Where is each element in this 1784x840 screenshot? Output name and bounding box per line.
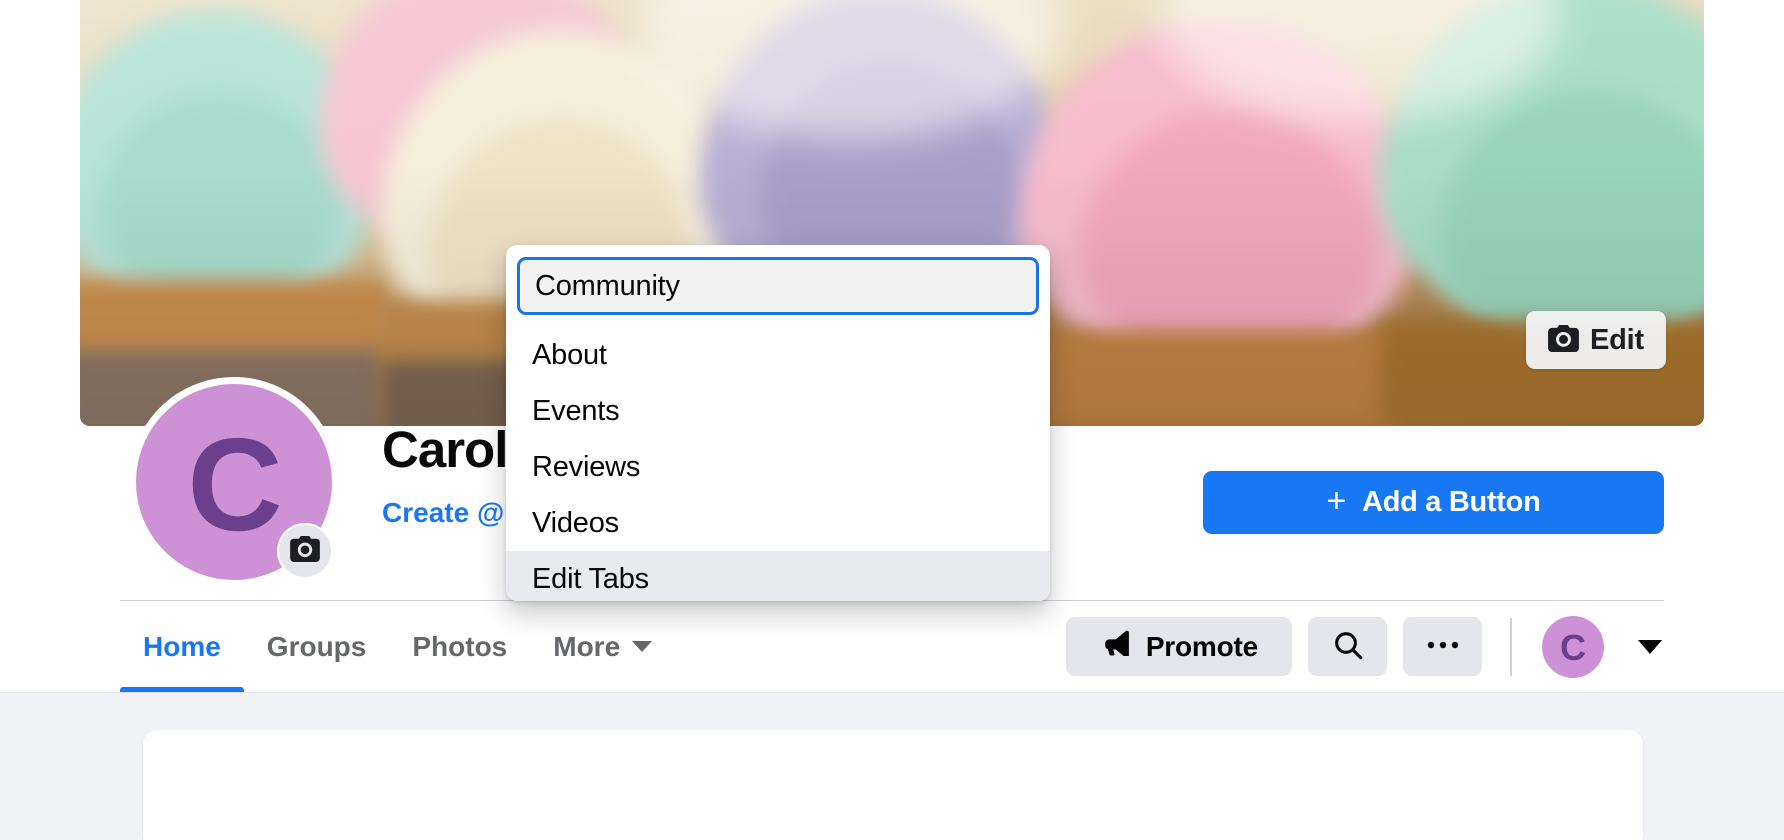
- tab-bar-actions: Promote C: [1065, 615, 1664, 678]
- menu-item-about[interactable]: About: [506, 327, 1050, 383]
- menu-item-community[interactable]: Community: [517, 257, 1039, 315]
- add-a-button-button[interactable]: + Add a Button: [1203, 471, 1664, 534]
- more-tabs-dropdown-menu: Community About Events Reviews Videos Ed…: [506, 245, 1050, 601]
- add-a-button-label: Add a Button: [1362, 486, 1541, 518]
- megaphone-icon: [1100, 630, 1131, 663]
- account-avatar[interactable]: C: [1542, 615, 1604, 678]
- chevron-down-icon[interactable]: [1638, 639, 1662, 654]
- tab-more[interactable]: More: [530, 601, 675, 692]
- edit-cover-photo-button[interactable]: Edit: [1526, 311, 1666, 369]
- plus-icon: +: [1326, 482, 1347, 520]
- tab-photos-label: Photos: [412, 630, 508, 662]
- ellipsis-icon: [1426, 639, 1460, 654]
- account-avatar-initial: C: [1560, 626, 1586, 668]
- promote-label: Promote: [1145, 630, 1258, 662]
- camera-icon: [1548, 325, 1579, 355]
- facebook-page-profile: Edit C Caroli Create @U + Add a Button H…: [0, 0, 1784, 840]
- tab-groups-label: Groups: [266, 630, 367, 662]
- profile-avatar-container[interactable]: C: [129, 377, 339, 587]
- menu-item-videos[interactable]: Videos: [506, 495, 1050, 551]
- menu-item-videos-label: Videos: [532, 506, 619, 539]
- tab-groups[interactable]: Groups: [244, 601, 390, 692]
- avatar-initial: C: [187, 411, 282, 558]
- tab-photos[interactable]: Photos: [389, 601, 530, 692]
- page-tab-bar: Home Groups Photos More Promote C: [120, 601, 1664, 692]
- more-options-button[interactable]: [1403, 617, 1482, 676]
- tab-home-label: Home: [143, 630, 221, 662]
- menu-item-events[interactable]: Events: [506, 383, 1050, 439]
- menu-item-community-label: Community: [535, 269, 680, 302]
- tab-home[interactable]: Home: [120, 601, 244, 692]
- edit-cover-photo-label: Edit: [1590, 323, 1644, 356]
- search-button[interactable]: [1308, 617, 1387, 676]
- change-profile-picture-button[interactable]: [277, 523, 333, 579]
- menu-item-events-label: Events: [532, 394, 620, 427]
- feed-card: [143, 730, 1643, 840]
- menu-item-about-label: About: [532, 338, 607, 371]
- menu-item-edit-tabs-label: Edit Tabs: [532, 562, 649, 595]
- search-icon: [1332, 629, 1364, 664]
- promote-button[interactable]: Promote: [1065, 617, 1292, 676]
- menu-item-reviews[interactable]: Reviews: [506, 439, 1050, 495]
- tab-bar-vertical-divider: [1510, 617, 1512, 676]
- menu-item-reviews-label: Reviews: [532, 450, 641, 483]
- camera-icon: [290, 535, 320, 567]
- tab-more-label: More: [553, 630, 621, 662]
- tab-list: Home Groups Photos More: [120, 601, 675, 692]
- chevron-down-icon: [632, 641, 653, 652]
- page-name-block: Caroli Create @U: [382, 421, 524, 529]
- create-username-link[interactable]: Create @U: [382, 497, 524, 529]
- menu-item-edit-tabs[interactable]: Edit Tabs: [506, 551, 1050, 601]
- page-title: Caroli: [382, 421, 522, 478]
